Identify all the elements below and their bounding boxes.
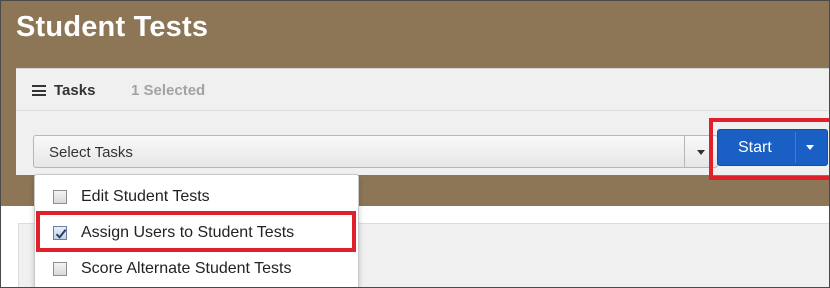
menu-item-edit-student-tests[interactable]: Edit Student Tests	[35, 181, 360, 213]
screenshot-frame: Student Tests Tasks 1 Selected Select Ta…	[0, 0, 830, 288]
select-tasks-placeholder: Select Tasks	[49, 144, 133, 161]
assign-users-highlight	[36, 211, 356, 252]
tasks-panel: Tasks 1 Selected Select Tasks	[16, 68, 829, 175]
checkbox[interactable]	[53, 262, 67, 276]
checkbox[interactable]	[53, 190, 67, 204]
list-icon	[32, 85, 46, 96]
select-tasks-dropdown[interactable]: Select Tasks	[33, 135, 718, 168]
caret-down-icon	[697, 150, 705, 155]
menu-item-label: Score Alternate Student Tests	[81, 260, 292, 277]
menu-item-label: Edit Student Tests	[81, 188, 210, 205]
start-button[interactable]: Start	[738, 139, 772, 157]
page-title: Student Tests	[16, 11, 209, 43]
start-button-divider	[795, 132, 796, 163]
tasks-label: Tasks	[54, 82, 96, 99]
tasks-heading: Tasks 1 Selected	[16, 69, 829, 111]
selected-count-badge: 1 Selected	[131, 82, 206, 99]
start-button-group[interactable]: Start	[717, 129, 828, 166]
caret-down-icon[interactable]	[806, 145, 814, 150]
menu-item-score-alternate[interactable]: Score Alternate Student Tests	[35, 253, 360, 285]
